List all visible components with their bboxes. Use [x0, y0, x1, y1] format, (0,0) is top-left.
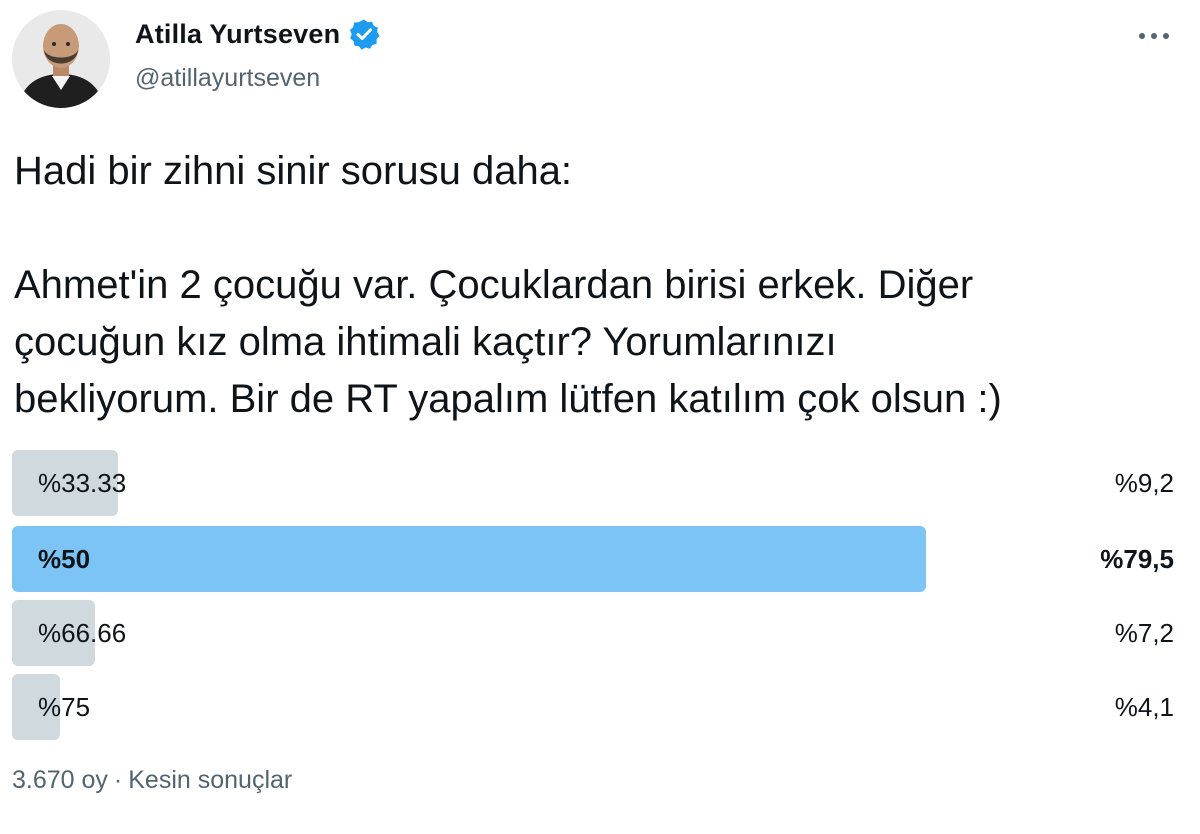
author-handle[interactable]: @atillayurtseven [135, 64, 320, 93]
tweet-text-line: Hadi bir zihni sinir sorusu daha: [14, 149, 573, 193]
poll-option[interactable]: %33.33 %9,2 [12, 450, 1186, 516]
author-name-row[interactable]: Atilla Yurtseven [135, 18, 380, 50]
avatar-photo-icon[interactable] [12, 10, 110, 108]
poll-option[interactable]: %75 %4,1 [12, 674, 1186, 740]
poll-footer-separator: · [113, 766, 123, 794]
poll-footer: 3.670 oy · Kesin sonuçlar [12, 766, 292, 795]
more-options-icon[interactable] [1128, 20, 1180, 52]
poll-option-percent: %79,5 [1100, 544, 1174, 574]
poll-vote-count: 3.670 oy [12, 766, 108, 794]
poll-option-label: %50 [38, 544, 91, 574]
verified-badge-icon [348, 18, 380, 50]
tweet-text-line: çocuğun kız olma ihtimali kaçtır? Yoruml… [14, 320, 837, 364]
poll-option-label: %33.33 [38, 468, 127, 498]
author-display-name[interactable]: Atilla Yurtseven [135, 19, 340, 50]
poll-status: Kesin sonuçlar [128, 766, 293, 794]
poll-option-label: %66.66 [38, 618, 127, 648]
poll-option[interactable]: %66.66 %7,2 [12, 600, 1186, 666]
poll-option-percent: %4,1 [1114, 692, 1174, 722]
poll-option-percent: %7,2 [1114, 618, 1174, 648]
poll-option-percent: %9,2 [1114, 468, 1174, 498]
poll-option[interactable]: %50 %79,5 [12, 526, 1186, 592]
tweet-text-line: bekliyorum. Bir de RT yapalım lütfen kat… [14, 377, 1002, 421]
tweet-header: Atilla Yurtseven @atillayurtseven [0, 0, 1200, 120]
poll-option-label: %75 [38, 692, 91, 722]
tweet-text-line: Ahmet'in 2 çocuğu var. Çocuklardan biris… [14, 263, 974, 307]
poll-result-bar [12, 526, 926, 592]
